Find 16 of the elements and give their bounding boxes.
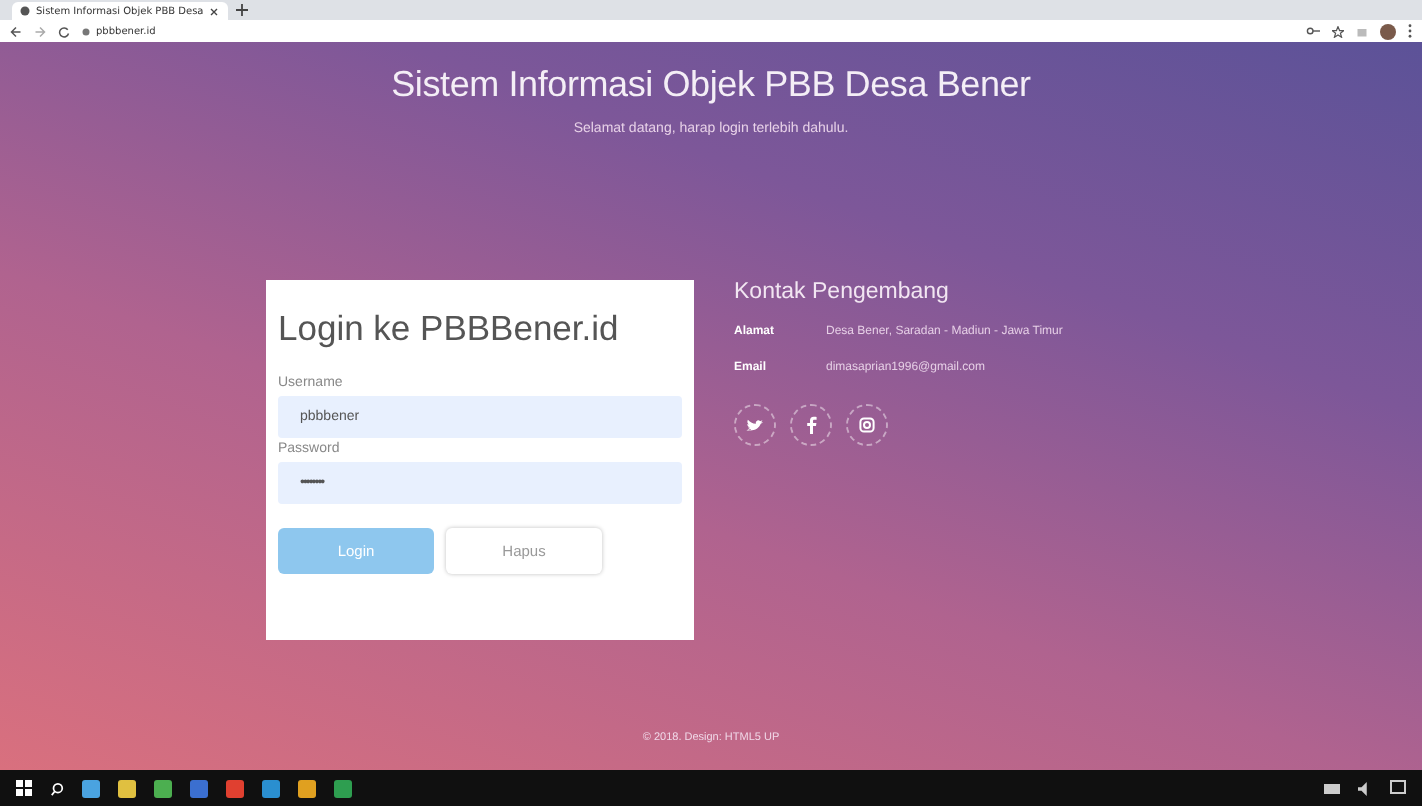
close-icon[interactable]	[209, 7, 218, 15]
camera-icon[interactable]	[846, 404, 888, 446]
page-title: Sistem Informasi Objek PBB Desa Bener	[391, 64, 1031, 106]
back-icon[interactable]	[10, 25, 22, 37]
speaker-icon[interactable]	[1358, 781, 1372, 795]
reload-icon[interactable]	[58, 25, 70, 37]
login-title: Login ke PBBBener.id	[278, 308, 621, 350]
avatar-icon[interactable]	[1380, 23, 1396, 39]
contact-heading: Kontak Pengembang	[734, 280, 951, 304]
search-icon[interactable]	[50, 781, 64, 795]
start-icon[interactable]	[16, 780, 32, 796]
star-icon[interactable]	[1332, 25, 1344, 37]
new-tab-icon[interactable]	[236, 4, 248, 16]
key-icon[interactable]	[1306, 26, 1320, 36]
facebook-icon[interactable]	[790, 404, 832, 446]
bird-icon[interactable]	[734, 404, 776, 446]
